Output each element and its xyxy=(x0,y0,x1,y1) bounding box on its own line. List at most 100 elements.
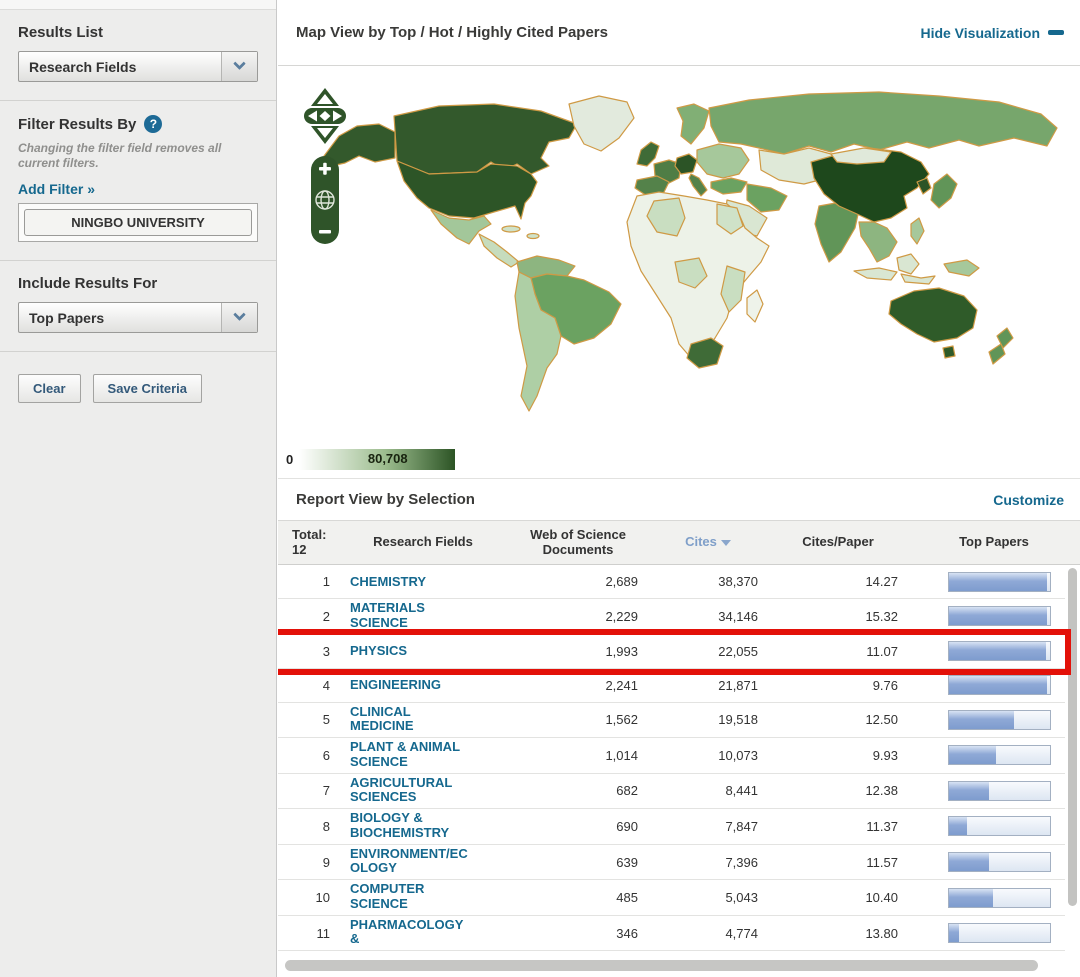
map-region-italy[interactable] xyxy=(689,174,707,196)
row-field-link[interactable]: CHEMISTRY xyxy=(350,575,426,590)
map-region-japan[interactable] xyxy=(931,174,957,208)
map-region-australia[interactable] xyxy=(943,346,955,358)
map-region-philippines[interactable] xyxy=(911,218,924,244)
table-row[interactable]: 2 MATERIALS SCIENCE 2,229 34,146 15.32 xyxy=(278,599,1065,635)
clear-button[interactable]: Clear xyxy=(18,374,81,403)
customize-link[interactable]: Customize xyxy=(993,492,1064,508)
map-region-se-asia[interactable] xyxy=(859,222,897,262)
row-cites: 10,073 xyxy=(648,748,768,763)
row-field-link[interactable]: AGRICULTURAL SCIENCES xyxy=(350,776,472,805)
map-region-scandinavia[interactable] xyxy=(677,104,709,144)
map-region-new-zealand[interactable] xyxy=(989,344,1005,364)
add-filter-link[interactable]: Add Filter » xyxy=(18,181,95,197)
table-row[interactable]: 6 PLANT & ANIMAL SCIENCE 1,014 10,073 9.… xyxy=(278,738,1065,774)
top-papers-bar-fill xyxy=(949,573,1047,591)
map-region-canada[interactable] xyxy=(394,104,577,174)
hide-visualization-link[interactable]: Hide Visualization xyxy=(920,25,1064,41)
table-row[interactable]: 11 PHARMACOLOGY & 346 4,774 13.80 xyxy=(278,916,1065,952)
table-row[interactable]: 5 CLINICAL MEDICINE 1,562 19,518 12.50 xyxy=(278,703,1065,739)
map-region-greenland[interactable] xyxy=(569,96,634,151)
row-field-link[interactable]: PHARMACOLOGY & xyxy=(350,918,472,947)
table-row[interactable]: 4 ENGINEERING 2,241 21,871 9.76 xyxy=(278,669,1065,703)
results-list-dropdown-value: Research Fields xyxy=(19,52,221,81)
row-field-link[interactable]: PLANT & ANIMAL SCIENCE xyxy=(350,740,472,769)
row-cites-per-paper: 9.93 xyxy=(768,748,908,763)
include-results-dropdown[interactable]: Top Papers xyxy=(18,302,258,333)
top-papers-bar xyxy=(948,710,1051,730)
map-region-madagascar[interactable] xyxy=(747,290,763,322)
chevron-down-icon xyxy=(221,303,257,332)
vertical-scrollbar[interactable] xyxy=(1068,568,1077,906)
row-field-link[interactable]: CLINICAL MEDICINE xyxy=(350,705,472,734)
column-top-papers: Top Papers xyxy=(908,535,1080,550)
filter-note: Changing the filter field removes all cu… xyxy=(18,141,258,171)
row-top-papers-cell xyxy=(908,816,1065,836)
row-docs: 639 xyxy=(508,855,648,870)
row-rank: 5 xyxy=(278,712,338,727)
top-papers-bar xyxy=(948,675,1051,695)
row-rank: 9 xyxy=(278,855,338,870)
table-row[interactable]: 9 ENVIRONMENT/ECOLOGY 639 7,396 11.57 xyxy=(278,845,1065,881)
scale-min-label: 0 xyxy=(286,452,293,467)
zoom-out-icon[interactable] xyxy=(319,230,331,234)
row-field-link[interactable]: BIOLOGY & BIOCHEMISTRY xyxy=(350,811,472,840)
row-cites-per-paper: 15.32 xyxy=(768,609,908,624)
map-region-germany[interactable] xyxy=(675,154,697,174)
column-cites-sort[interactable]: Cites xyxy=(648,535,768,550)
report-table-body: 1 CHEMISTRY 2,689 38,370 14.27 2 MATERIA… xyxy=(278,565,1080,958)
map-region-iran[interactable] xyxy=(747,184,787,212)
table-row[interactable]: 1 CHEMISTRY 2,689 38,370 14.27 xyxy=(278,565,1065,599)
sort-descending-icon xyxy=(721,540,731,546)
top-papers-bar-fill xyxy=(949,746,996,764)
scale-gradient: 80,708 xyxy=(299,449,455,470)
row-top-papers-cell xyxy=(908,781,1065,801)
row-cites: 7,396 xyxy=(648,855,768,870)
world-choropleth-map[interactable] xyxy=(278,66,1080,446)
map-region-uk[interactable] xyxy=(637,142,659,166)
table-row[interactable]: 8 BIOLOGY & BIOCHEMISTRY 690 7,847 11.37 xyxy=(278,809,1065,845)
map-region-mongolia[interactable] xyxy=(831,148,891,164)
top-papers-bar xyxy=(948,745,1051,765)
map-region-russia[interactable] xyxy=(709,92,1057,154)
table-row[interactable]: 7 AGRICULTURAL SCIENCES 682 8,441 12.38 xyxy=(278,774,1065,810)
map-region-indonesia[interactable] xyxy=(854,268,897,280)
row-field-link[interactable]: ENVIRONMENT/ECOLOGY xyxy=(350,847,472,876)
active-filter-chip[interactable]: NINGBO UNIVERSITY xyxy=(24,209,252,236)
row-cites: 8,441 xyxy=(648,783,768,798)
top-papers-bar-fill xyxy=(949,853,989,871)
row-cites-per-paper: 13.80 xyxy=(768,926,908,941)
table-row[interactable]: 10 COMPUTER SCIENCE 485 5,043 10.40 xyxy=(278,880,1065,916)
table-row[interactable]: 3 PHYSICS 1,993 22,055 11.07 xyxy=(278,635,1065,669)
row-cites-per-paper: 11.57 xyxy=(768,855,908,870)
row-cites: 34,146 xyxy=(648,609,768,624)
zoom-in-icon[interactable] xyxy=(323,163,327,175)
map-region-indonesia[interactable] xyxy=(901,274,935,284)
map-color-scale: 0 80,708 xyxy=(286,449,455,470)
save-criteria-button[interactable]: Save Criteria xyxy=(93,374,203,403)
map-region-caribbean[interactable] xyxy=(502,226,520,232)
row-field-link[interactable]: MATERIALS SCIENCE xyxy=(350,601,472,630)
esi-indicators-page: Results List Research Fields Filter Resu… xyxy=(0,0,1080,977)
top-papers-bar xyxy=(948,606,1051,626)
map-region-central-america[interactable] xyxy=(479,234,519,267)
map-region-eastern-europe[interactable] xyxy=(697,144,749,178)
row-field-link[interactable]: COMPUTER SCIENCE xyxy=(350,882,472,911)
top-papers-bar-fill xyxy=(949,607,1047,625)
results-list-dropdown[interactable]: Research Fields xyxy=(18,51,258,82)
row-field-link[interactable]: PHYSICS xyxy=(350,644,407,659)
map-region-new-guinea[interactable] xyxy=(944,260,979,276)
row-docs: 1,014 xyxy=(508,748,648,763)
row-rank: 7 xyxy=(278,783,338,798)
top-papers-bar xyxy=(948,923,1051,943)
map-region-indonesia[interactable] xyxy=(897,254,919,274)
map-region-caribbean[interactable] xyxy=(527,234,539,239)
horizontal-scrollbar[interactable] xyxy=(285,960,1038,971)
include-results-section: Include Results For Top Papers xyxy=(0,261,276,352)
row-cites: 22,055 xyxy=(648,644,768,659)
map-region-turkey[interactable] xyxy=(711,178,747,194)
row-field-link[interactable]: ENGINEERING xyxy=(350,678,441,693)
help-icon[interactable]: ? xyxy=(144,115,162,133)
map-region-australia[interactable] xyxy=(889,288,977,342)
row-docs: 690 xyxy=(508,819,648,834)
row-top-papers-cell xyxy=(908,641,1065,661)
